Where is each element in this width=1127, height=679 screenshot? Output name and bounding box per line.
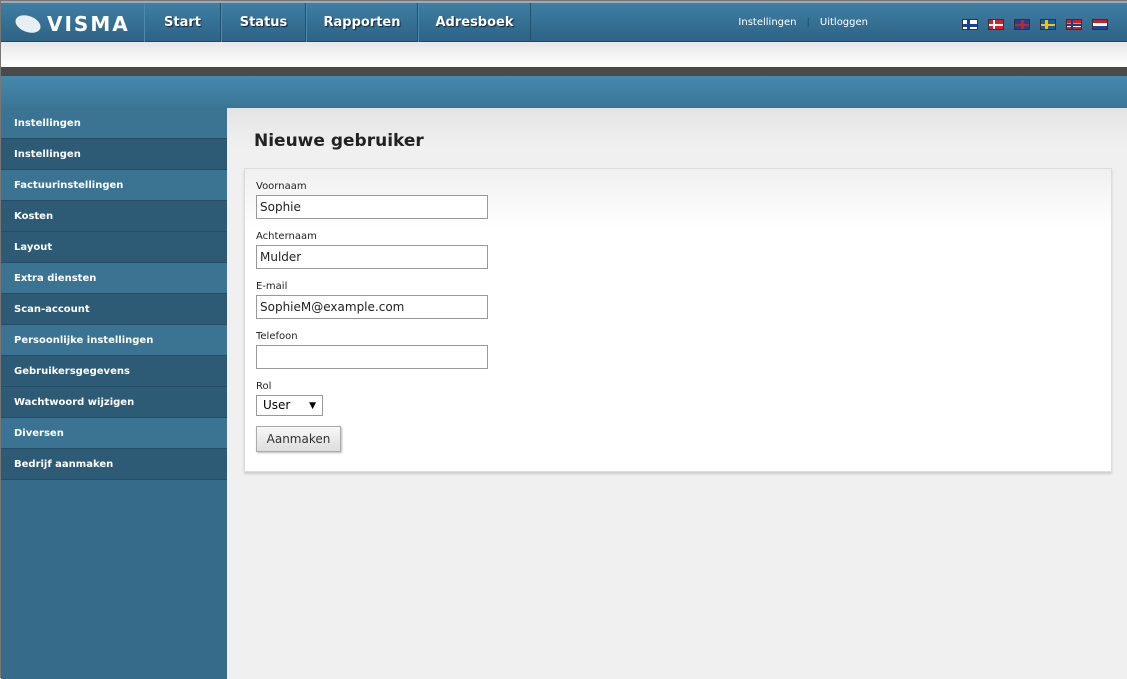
sidebar-item[interactable]: Extra diensten — [1, 263, 227, 294]
settings-link[interactable]: Instellingen — [738, 17, 796, 28]
dropdown-arrow-icon: ▼ — [309, 401, 316, 411]
main-content: Nieuwe gebruiker Voornaam Achternaam E-m… — [227, 108, 1127, 679]
sidebar-item[interactable]: Factuurinstellingen — [1, 170, 227, 201]
sidebar-item[interactable]: Instellingen — [1, 108, 227, 139]
last-name-label: Achternaam — [256, 231, 317, 242]
first-name-label: Voornaam — [256, 181, 307, 192]
uk-flag-icon[interactable] — [1014, 19, 1030, 30]
top-navigation-bar: VISMA Start Status Rapporten Adresboek I… — [1, 1, 1127, 42]
email-label: E-mail — [256, 281, 288, 292]
role-select[interactable]: User ▼ — [256, 395, 323, 416]
phone-label: Telefoon — [256, 331, 298, 342]
first-name-input[interactable] — [256, 195, 488, 219]
separator: | — [806, 17, 810, 28]
visma-logo[interactable]: VISMA — [13, 12, 130, 36]
create-button[interactable]: Aanmaken — [256, 426, 341, 452]
role-label: Rol — [256, 381, 272, 392]
logout-link[interactable]: Uitloggen — [820, 17, 868, 28]
danish-flag-icon[interactable] — [988, 19, 1004, 30]
divider — [1, 67, 1127, 76]
norwegian-flag-icon[interactable] — [1066, 19, 1082, 30]
sidebar-item[interactable]: Layout — [1, 232, 227, 263]
nav-rapporten[interactable]: Rapporten — [306, 3, 418, 42]
role-value: User — [263, 398, 291, 412]
dutch-flag-icon[interactable] — [1092, 19, 1108, 30]
sidebar-item[interactable]: Instellingen — [1, 139, 227, 170]
sidebar-item[interactable]: Wachtwoord wijzigen — [1, 387, 227, 418]
nav-start[interactable]: Start — [144, 3, 221, 42]
sub-header — [1, 42, 1127, 67]
sidebar: Instellingen Instellingen Factuurinstellin… — [1, 108, 227, 679]
new-user-form: Voornaam Achternaam E-mail Telefoon Rol … — [244, 168, 1112, 472]
sidebar-item[interactable]: Kosten — [1, 201, 227, 232]
last-name-input[interactable] — [256, 245, 488, 269]
sidebar-item[interactable]: Persoonlijke instellingen — [1, 325, 227, 356]
sidebar-item[interactable]: Gebruikersgegevens — [1, 356, 227, 387]
nav-status[interactable]: Status — [221, 3, 306, 42]
section-bar — [1, 76, 1127, 108]
sidebar-item[interactable]: Diversen — [1, 418, 227, 449]
logo-text: VISMA — [47, 12, 130, 36]
logo-icon — [13, 12, 43, 36]
email-input[interactable] — [256, 295, 488, 319]
swedish-flag-icon[interactable] — [1040, 19, 1056, 30]
sidebar-item[interactable]: Scan-account — [1, 294, 227, 325]
sidebar-item[interactable]: Bedrijf aanmaken — [1, 449, 227, 480]
phone-input[interactable] — [256, 345, 488, 369]
finnish-flag-icon[interactable] — [962, 19, 978, 30]
page-title: Nieuwe gebruiker — [254, 131, 424, 151]
nav-adresboek[interactable]: Adresboek — [418, 3, 531, 42]
